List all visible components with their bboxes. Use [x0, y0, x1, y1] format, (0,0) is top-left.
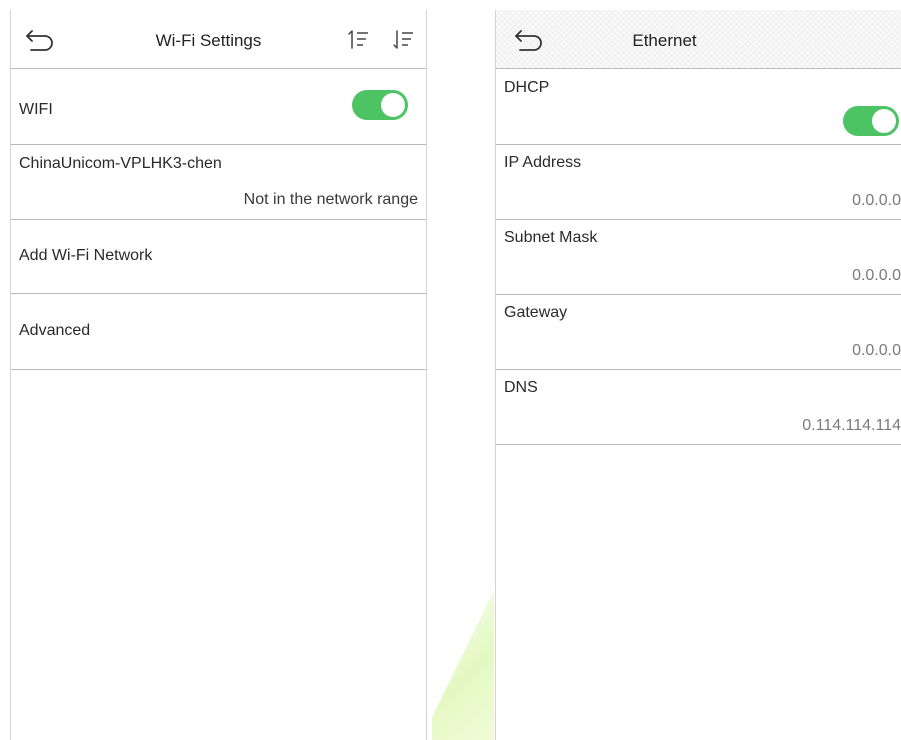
toggle-knob: [872, 109, 896, 133]
add-wifi-network-label: Add Wi-Fi Network: [19, 247, 153, 264]
network-status: Not in the network range: [243, 191, 418, 208]
ip-address-row[interactable]: IP Address 0.0.0.0: [496, 145, 901, 220]
wifi-settings-screen: Wi-Fi Settings WIFI ChinaUnicom-VPLHK3-c…: [10, 10, 427, 740]
dhcp-toggle[interactable]: [843, 106, 899, 136]
ip-address-value: 0.0.0.0: [852, 192, 901, 209]
ip-address-label: IP Address: [504, 154, 582, 171]
network-name: ChinaUnicom-VPLHK3-chen: [19, 155, 222, 172]
dns-label: DNS: [504, 379, 538, 396]
subnet-mask-row[interactable]: Subnet Mask 0.0.0.0: [496, 220, 901, 295]
dhcp-label: DHCP: [504, 79, 550, 96]
gateway-label: Gateway: [504, 304, 568, 321]
sort-descending-icon: [393, 30, 413, 49]
sort-ascending-icon: [348, 30, 368, 49]
page-title: Ethernet: [632, 31, 697, 50]
background-watermark: [432, 590, 494, 740]
toggle-knob: [381, 93, 405, 117]
sort-ascending-button[interactable]: [347, 28, 371, 52]
dns-row[interactable]: DNS 0.114.114.114: [496, 370, 901, 445]
add-wifi-network-item[interactable]: Add Wi-Fi Network: [11, 220, 426, 294]
ethernet-header: Ethernet: [496, 10, 901, 69]
subnet-mask-value: 0.0.0.0: [852, 267, 901, 284]
wifi-label: WIFI: [19, 101, 53, 118]
dhcp-row[interactable]: DHCP: [496, 69, 901, 145]
ethernet-screen: Ethernet DHCP IP Address 0.0.0.0 Subnet …: [495, 10, 901, 740]
dns-value: 0.114.114.114: [802, 417, 901, 434]
wifi-header: Wi-Fi Settings: [11, 10, 426, 69]
gateway-value: 0.0.0.0: [852, 342, 901, 359]
wifi-toggle[interactable]: [352, 90, 408, 120]
network-item[interactable]: ChinaUnicom-VPLHK3-chen Not in the netwo…: [11, 145, 426, 220]
advanced-label: Advanced: [19, 322, 91, 339]
subnet-mask-label: Subnet Mask: [504, 229, 598, 246]
advanced-item[interactable]: Advanced: [11, 294, 426, 370]
gateway-row[interactable]: Gateway 0.0.0.0: [496, 295, 901, 370]
wifi-toggle-row[interactable]: WIFI: [11, 69, 426, 145]
sort-descending-button[interactable]: [392, 28, 416, 52]
